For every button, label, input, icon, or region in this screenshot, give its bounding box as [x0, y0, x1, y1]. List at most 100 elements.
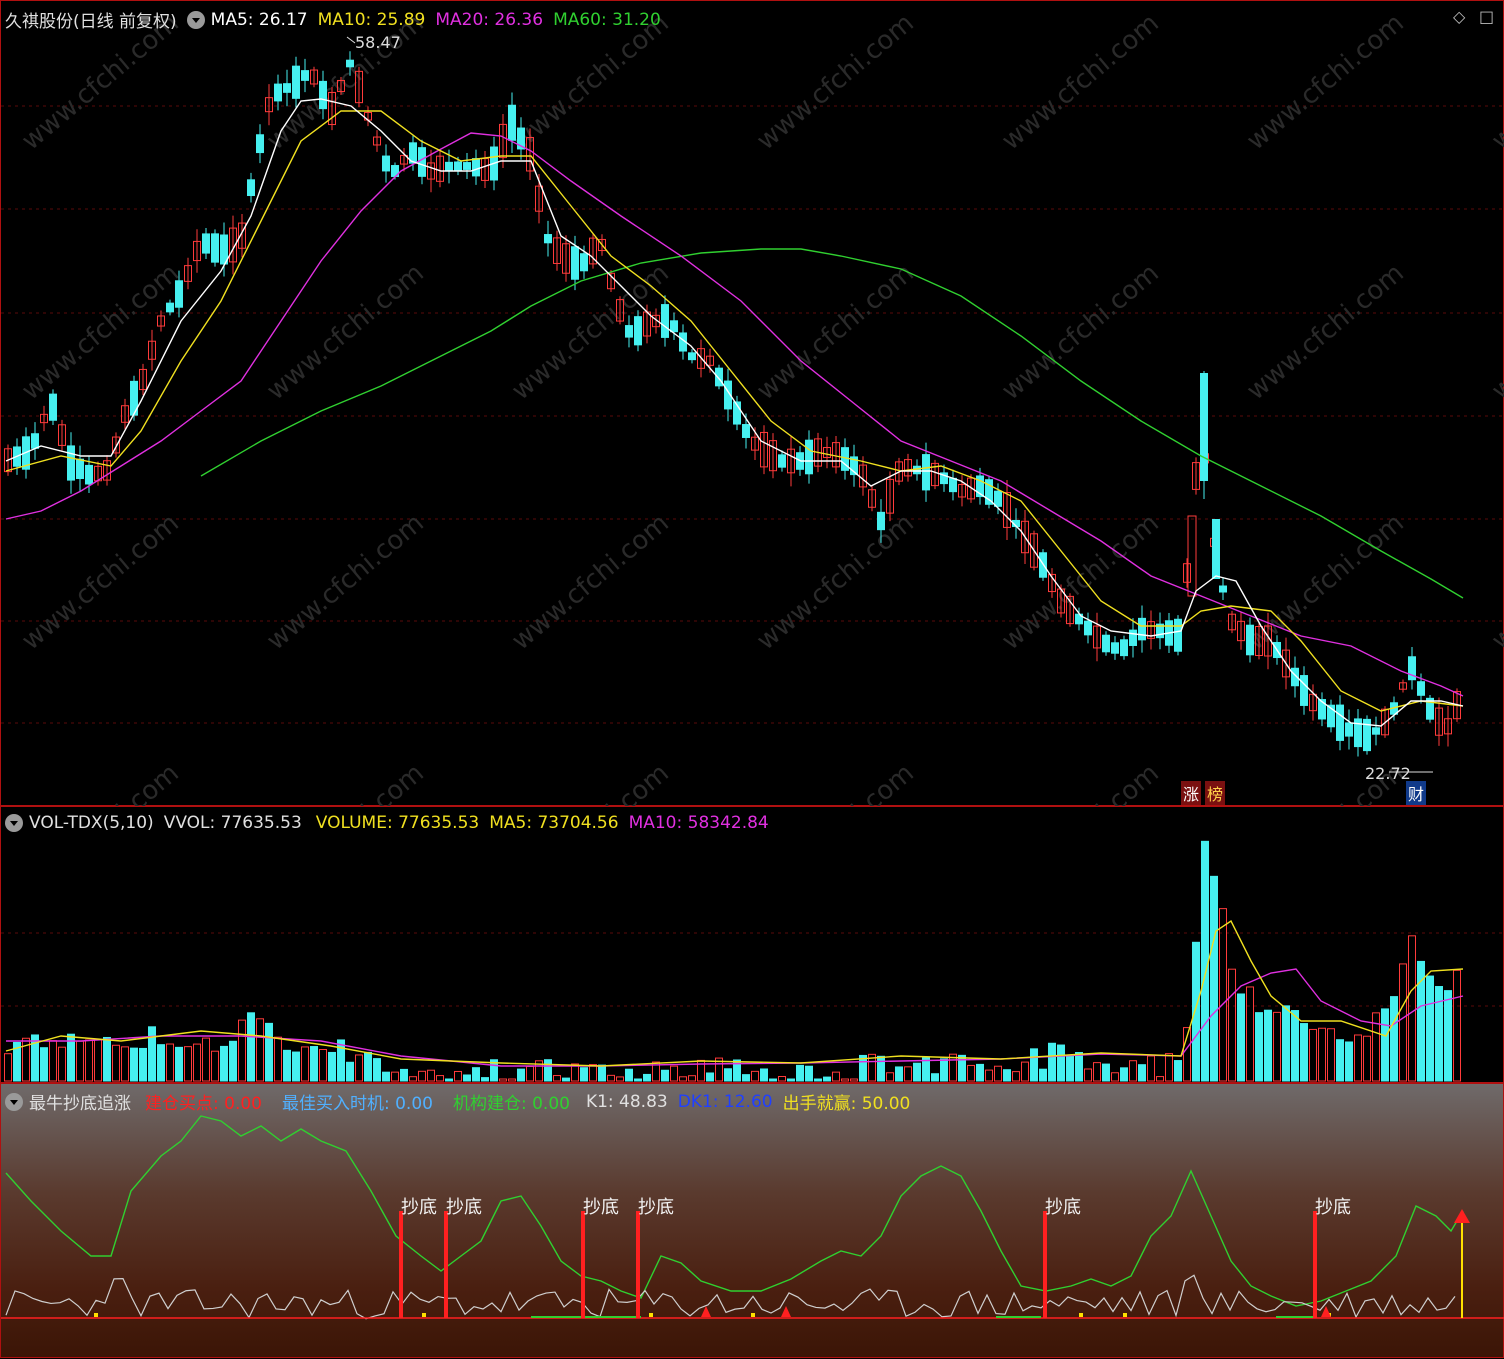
vol-ma10-label: MA10: 58342.84	[628, 813, 769, 833]
volume-bar	[94, 1039, 102, 1082]
candle-body	[319, 80, 327, 110]
volume-bar	[931, 1073, 939, 1082]
candle-body	[1138, 617, 1146, 641]
tag-cai[interactable]: 财	[1406, 781, 1427, 805]
volume-bar	[805, 1065, 813, 1082]
indicator-panel[interactable]: 最牛抄底追涨 建仓买点: 0.00 最佳买入时机: 0.00 机构建仓: 0.0…	[0, 1083, 1504, 1358]
candle-body	[1174, 618, 1182, 652]
price-header: 久祺股份 (日线 前复权) MA5: 26.17 MA10: 25.89 MA2…	[5, 7, 661, 33]
volume-bar	[643, 1073, 651, 1082]
volume-bar	[1408, 935, 1416, 1082]
tag-bang[interactable]: 榜	[1205, 781, 1226, 805]
volume-bar	[436, 1075, 444, 1082]
volume-bar	[481, 1077, 489, 1082]
volume-bar	[382, 1071, 390, 1082]
bottom-signal-bar	[636, 1211, 640, 1318]
candle-body	[211, 233, 219, 263]
volume-bar	[751, 1070, 759, 1082]
candle-body	[67, 445, 75, 481]
volume-bar	[796, 1064, 804, 1082]
volume-bar	[1021, 1061, 1029, 1082]
volume-bar	[742, 1074, 750, 1082]
volume-bar	[1192, 941, 1200, 1082]
volume-label: VOLUME: 77635.53	[315, 813, 480, 833]
bottom-signal-bar	[399, 1211, 403, 1318]
bottom-signal-bar	[444, 1211, 448, 1318]
bottom-signal-label: 抄底	[1315, 1197, 1351, 1218]
volume-bar	[814, 1078, 822, 1082]
watermark-text: www.cfchi.com	[506, 508, 675, 656]
candle-body	[1111, 642, 1119, 654]
candle-body	[85, 464, 93, 485]
candle-body	[49, 393, 57, 421]
volume-bar	[850, 1078, 858, 1082]
candle-body	[292, 65, 300, 99]
tag-zhang[interactable]: 涨	[1181, 781, 1202, 805]
volume-bar	[1228, 968, 1236, 1082]
volume-bar	[319, 1049, 327, 1082]
candle-body	[1219, 585, 1227, 593]
volume-bar	[967, 1064, 975, 1082]
volume-bar	[418, 1070, 426, 1082]
chevron-down-icon[interactable]	[186, 10, 205, 29]
candle-body	[1372, 727, 1380, 735]
volume-bar	[769, 1078, 777, 1082]
volume-bar	[1003, 1069, 1011, 1082]
volume-bar	[553, 1075, 561, 1082]
volume-bar	[1282, 1005, 1290, 1082]
volume-bar	[1246, 986, 1254, 1082]
volume-bar	[238, 1019, 246, 1082]
candle-body	[670, 320, 678, 333]
yellow-marker	[1123, 1313, 1127, 1317]
volume-bar	[175, 1046, 183, 1082]
volume-bar	[877, 1055, 885, 1082]
volume-bar	[1156, 1076, 1164, 1082]
candle-body	[571, 246, 579, 280]
volume-bar	[265, 1022, 273, 1082]
volume-bar	[1084, 1068, 1092, 1082]
volume-bar	[103, 1036, 111, 1082]
candle-body	[805, 439, 813, 475]
bottom-signal-label: 抄底	[583, 1197, 619, 1218]
volume-bar	[598, 1064, 606, 1082]
candle-body	[715, 367, 723, 387]
candle-body	[508, 104, 516, 141]
volume-bar	[463, 1074, 471, 1082]
candle-body	[688, 352, 696, 361]
volume-bar	[337, 1039, 345, 1082]
candle-body	[1200, 373, 1208, 481]
volume-bar	[157, 1044, 165, 1082]
candle-body	[31, 433, 39, 449]
candle-body	[994, 490, 1002, 507]
volume-bar	[454, 1070, 462, 1082]
candle-body	[1129, 629, 1137, 646]
volume-bar	[1039, 1068, 1047, 1082]
volume-bar	[229, 1040, 237, 1082]
volume-bar	[1174, 1060, 1182, 1082]
volume-bar	[1399, 963, 1407, 1082]
volume-bar	[1201, 840, 1209, 1082]
chevron-down-icon[interactable]	[5, 814, 23, 832]
price-chart-panel[interactable]: 久祺股份 (日线 前复权) MA5: 26.17 MA10: 25.89 MA2…	[0, 0, 1504, 807]
ma20-label: MA20: 26.36	[435, 9, 544, 30]
volume-bar	[409, 1076, 417, 1082]
candle-body	[274, 83, 282, 102]
watermark-text: www.cfchi.com	[506, 758, 675, 807]
watermark-text: www.cfchi.com	[1486, 258, 1504, 406]
volume-bar	[634, 1078, 642, 1082]
candle-body	[247, 179, 255, 197]
candle-body	[1102, 634, 1110, 653]
volume-bar	[508, 1078, 516, 1082]
candle-body	[778, 454, 786, 468]
watermark-text: www.cfchi.com	[1241, 258, 1410, 406]
volume-bar	[1390, 996, 1398, 1082]
vvol-label: VVOL: 77635.53	[163, 813, 302, 833]
bottom-signal-bar	[1043, 1211, 1047, 1318]
volume-bar	[247, 1012, 255, 1082]
volume-canvas	[1, 840, 1504, 1082]
chevron-down-icon[interactable]	[5, 1092, 23, 1111]
volume-bar	[274, 1036, 282, 1082]
up-arrow-marker	[781, 1306, 791, 1317]
vol-indicator-name: VOL-TDX(5,10)	[29, 813, 154, 833]
volume-panel[interactable]: VOL-TDX(5,10) VVOL: 77635.53 VOLUME: 776…	[0, 806, 1504, 1083]
